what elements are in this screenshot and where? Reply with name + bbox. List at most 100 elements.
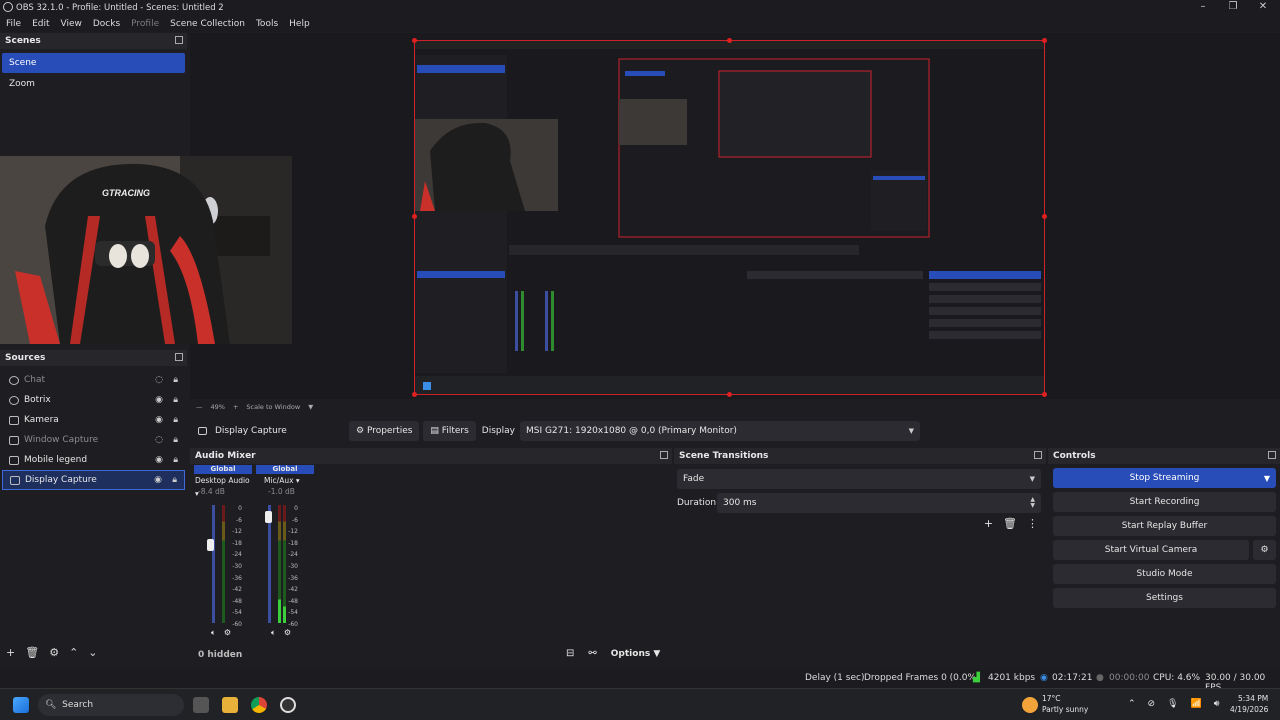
source-item-mobile-legend[interactable]: Mobile legend ◉ 🔒︎ (2, 450, 185, 470)
fader-handle[interactable] (207, 539, 214, 551)
menu-view[interactable]: View (55, 19, 87, 29)
camera-feed-source[interactable]: GTRACING (0, 156, 292, 344)
spin-arrows-icon[interactable]: ▲ ▼ (1030, 497, 1035, 509)
stop-streaming-button[interactable]: Stop Streaming ▼ (1053, 468, 1276, 488)
fader-handle[interactable] (265, 511, 272, 523)
start-replay-buffer-button[interactable]: Start Replay Buffer (1053, 516, 1276, 536)
eye-hidden-icon[interactable]: ◌ (155, 375, 163, 385)
options-button[interactable]: Options ▼ (611, 649, 661, 659)
speaker-icon[interactable]: 🔈︎ (271, 628, 276, 638)
hidden-count: 0 hidden (198, 650, 243, 660)
task-view-icon[interactable] (193, 697, 209, 713)
transform-handle[interactable] (1042, 392, 1047, 397)
channel-name-dropdown[interactable]: Desktop Audio ▾ (194, 474, 252, 498)
more-icon[interactable]: ⋮ (1027, 517, 1038, 530)
transform-handle[interactable] (1042, 38, 1047, 43)
chevron-down-icon[interactable]: ▼ (308, 403, 313, 411)
menu-tools[interactable]: Tools (250, 19, 283, 29)
start-recording-button[interactable]: Start Recording (1053, 492, 1276, 512)
eye-hidden-icon[interactable]: ◌ (155, 435, 163, 445)
transform-handle[interactable] (727, 38, 732, 43)
lock-icon[interactable]: 🔒︎ (173, 455, 178, 465)
chevron-down-icon[interactable]: ▼ (1264, 474, 1270, 483)
menu-help[interactable]: Help (283, 19, 315, 29)
cpu-usage: CPU: 4.6% (1153, 673, 1201, 683)
menu-scene-collection[interactable]: Scene Collection (164, 19, 250, 29)
lock-icon[interactable]: 🔒︎ (173, 375, 178, 385)
menu-profile[interactable]: Profile (125, 19, 164, 29)
add-icon[interactable]: + (984, 517, 993, 530)
undock-icon[interactable] (1268, 451, 1276, 459)
obs-taskbar-icon[interactable] (280, 697, 296, 713)
gear-icon[interactable]: ⚙︎ (284, 628, 291, 638)
minimize-icon[interactable]: – (1188, 0, 1218, 15)
gear-icon[interactable]: ⚙︎ (49, 646, 59, 659)
source-label: Chat (24, 375, 46, 385)
scene-item[interactable]: Scene (2, 53, 185, 73)
display-value: MSI G271: 1920x1080 @ 0,0 (Primary Monit… (525, 426, 737, 436)
trash-icon[interactable]: 🗑︎ (1003, 517, 1017, 530)
bitrate: 4201 kbps (988, 673, 1036, 683)
transform-handle[interactable] (412, 214, 417, 219)
taskbar-search[interactable]: 🔍︎ Search (38, 694, 184, 716)
add-icon[interactable]: + (6, 646, 15, 659)
zoom-out-button[interactable]: — (196, 403, 203, 411)
speaker-icon[interactable]: 🔈︎ (211, 628, 216, 638)
undock-icon[interactable] (1034, 451, 1042, 459)
start-virtual-camera-button[interactable]: Start Virtual Camera (1053, 540, 1249, 560)
filters-button[interactable]: ▤ Filters (423, 421, 476, 441)
studio-mode-button[interactable]: Studio Mode (1053, 564, 1276, 584)
lock-icon[interactable]: 🔒︎ (173, 415, 178, 425)
properties-button[interactable]: ⚙︎ Properties (349, 421, 420, 441)
move-down-icon[interactable]: ⌄ (88, 646, 97, 659)
eye-icon[interactable]: ◉ (155, 395, 163, 405)
source-item-kamera[interactable]: Kamera ◉ 🔒︎ (2, 410, 185, 430)
scenes-title: Scenes (5, 36, 41, 46)
menu-file[interactable]: File (0, 19, 26, 29)
source-item-window-capture[interactable]: Window Capture ◌ 🔒︎ (2, 430, 185, 450)
close-icon[interactable]: ✕ (1248, 0, 1278, 15)
source-item-botrix[interactable]: Botrix ◉ 🔒︎ (2, 390, 185, 410)
transform-handle[interactable] (412, 38, 417, 43)
lock-icon[interactable]: 🔒︎ (173, 395, 178, 405)
file-explorer-icon[interactable] (222, 697, 238, 713)
volume-fader[interactable] (212, 505, 215, 623)
chrome-icon[interactable] (251, 697, 267, 713)
window-icon (9, 455, 19, 465)
duration-spinbox[interactable]: 300 ms ▲ ▼ (717, 493, 1041, 513)
scene-item[interactable]: Zoom (2, 74, 185, 94)
source-item-chat[interactable]: Chat ◌ 🔒︎ (2, 370, 185, 390)
move-up-icon[interactable]: ⌃ (69, 646, 78, 659)
trash-icon[interactable]: 🗑︎ (25, 646, 39, 659)
undock-icon[interactable] (660, 451, 668, 459)
source-item-display-capture[interactable]: Display Capture ◉ 🔒︎ (2, 470, 185, 490)
undock-icon[interactable] (175, 36, 183, 44)
transform-handle[interactable] (727, 392, 732, 397)
settings-button[interactable]: Settings (1053, 588, 1276, 608)
menu-edit[interactable]: Edit (26, 19, 54, 29)
tray-icons[interactable]: ⌃⊘🎙︎📶🔊︎ (1128, 699, 1231, 709)
scene-transitions-dock: Scene Transitions Fade ▼ Duration 300 ms ▲… (674, 448, 1046, 666)
transform-handle[interactable] (412, 392, 417, 397)
transform-handle[interactable] (1042, 214, 1047, 219)
transition-type-select[interactable]: Fade ▼ (677, 469, 1041, 489)
gear-icon[interactable]: ⚙︎ (1253, 540, 1276, 560)
scale-mode[interactable]: Scale to Window (246, 403, 300, 411)
lock-icon[interactable]: 🔒︎ (173, 435, 178, 445)
channel-name-dropdown[interactable]: Mic/Aux ▾ (256, 474, 314, 487)
eye-icon[interactable]: ◉ (155, 455, 163, 465)
zoom-in-button[interactable]: + (233, 403, 238, 411)
eye-icon[interactable]: ◉ (154, 475, 162, 485)
lock-icon[interactable]: 🔒︎ (172, 475, 177, 485)
gear-icon[interactable]: ⚙︎ (224, 628, 231, 638)
maximize-icon[interactable]: ❐ (1218, 0, 1248, 15)
menu-docks[interactable]: Docks (87, 19, 125, 29)
layout-icon[interactable]: ⊟ (566, 648, 574, 659)
undock-icon[interactable] (175, 353, 183, 361)
windows-start-icon[interactable] (13, 697, 29, 713)
chevron-down-icon: ▼ (1029, 475, 1035, 483)
eye-icon[interactable]: ◉ (155, 415, 163, 425)
display-select[interactable]: MSI G271: 1920x1080 @ 0,0 (Primary Monit… (519, 421, 920, 441)
link-icon[interactable]: ⚯ (588, 648, 596, 659)
source-label: Window Capture (24, 435, 99, 445)
